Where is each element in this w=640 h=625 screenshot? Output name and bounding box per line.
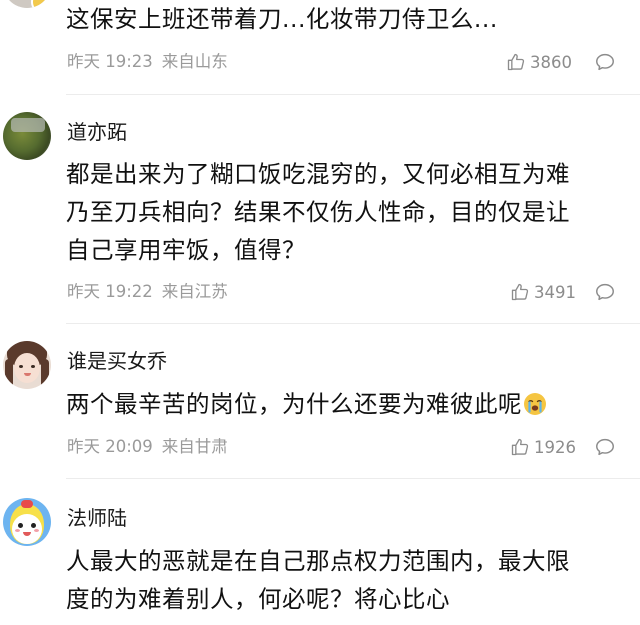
thumbs-up-icon (511, 283, 529, 301)
like-count: 3491 (534, 282, 576, 302)
like-button[interactable]: 3491 (510, 281, 576, 303)
comment-text-line: 自己享用牢饭，值得？ (66, 236, 306, 264)
comment-text: 都是出来为了糊口饭吃混穷的，又何必相互为难 乃至刀兵相向？结果不仅伤人性命，目的… (66, 155, 626, 269)
avatar[interactable] (3, 498, 51, 546)
username[interactable]: 道亦跖 (67, 120, 127, 144)
divider (66, 94, 640, 95)
comment-text: 这保安上班还带着刀...化妆带刀侍卫么... (66, 0, 626, 38)
comment-location: 来自山东 (161, 52, 228, 71)
comment-text-run: 两个最辛苦的岗位，为什么还要为难彼此呢 (66, 390, 522, 418)
comment-text-line: 两个最辛苦的岗位，为什么还要为难彼此呢 (66, 385, 626, 423)
comment-location: 来自甘肃 (161, 437, 228, 456)
comment-time: 昨天 19:23 (67, 52, 153, 71)
divider (66, 478, 640, 479)
comment-text-line: 度的为难着别人，何必呢？将心比心 (66, 585, 450, 613)
like-button[interactable]: 1926 (510, 436, 576, 458)
comment-location: 来自江苏 (161, 282, 228, 301)
comment-text-line: 这保安上班还带着刀...化妆带刀侍卫么... (66, 5, 498, 33)
comment-bubble-icon[interactable] (594, 51, 616, 73)
comment-text-line: 乃至刀兵相向？结果不仅伤人性命，目的仅是让 (66, 198, 570, 226)
username[interactable]: 法师陆 (67, 506, 127, 530)
divider (66, 323, 640, 324)
comment-time: 昨天 20:09 (67, 437, 153, 456)
comment-text-line: 人最大的恶就是在自己那点权力范围内，最大限 (66, 547, 570, 575)
like-button[interactable]: 3860 (506, 51, 572, 73)
comment-text: 两个最辛苦的岗位，为什么还要为难彼此呢 (66, 385, 626, 423)
comment-text: 人最大的恶就是在自己那点权力范围内，最大限 度的为难着别人，何必呢？将心比心 (66, 542, 626, 618)
comment-bubble-icon[interactable] (594, 436, 616, 458)
comment-bubble-icon[interactable] (594, 281, 616, 303)
thumbs-up-icon (507, 53, 525, 71)
comment-time: 昨天 19:22 (67, 282, 153, 301)
thumbs-up-icon (511, 438, 529, 456)
comment-meta: 昨天 19:23 来自山东 (67, 51, 228, 73)
username[interactable]: 谁是买女乔 (67, 349, 167, 373)
comment-meta: 昨天 19:22 来自江苏 (67, 281, 228, 303)
loudly-crying-face-emoji (524, 393, 546, 415)
comment-meta: 昨天 20:09 来自甘肃 (67, 436, 228, 458)
like-count: 3860 (530, 52, 572, 72)
like-count: 1926 (534, 437, 576, 457)
avatar[interactable] (3, 341, 51, 389)
avatar[interactable] (3, 0, 51, 8)
avatar[interactable] (3, 112, 51, 160)
comment-text-line: 都是出来为了糊口饭吃混穷的，又何必相互为难 (66, 160, 570, 188)
